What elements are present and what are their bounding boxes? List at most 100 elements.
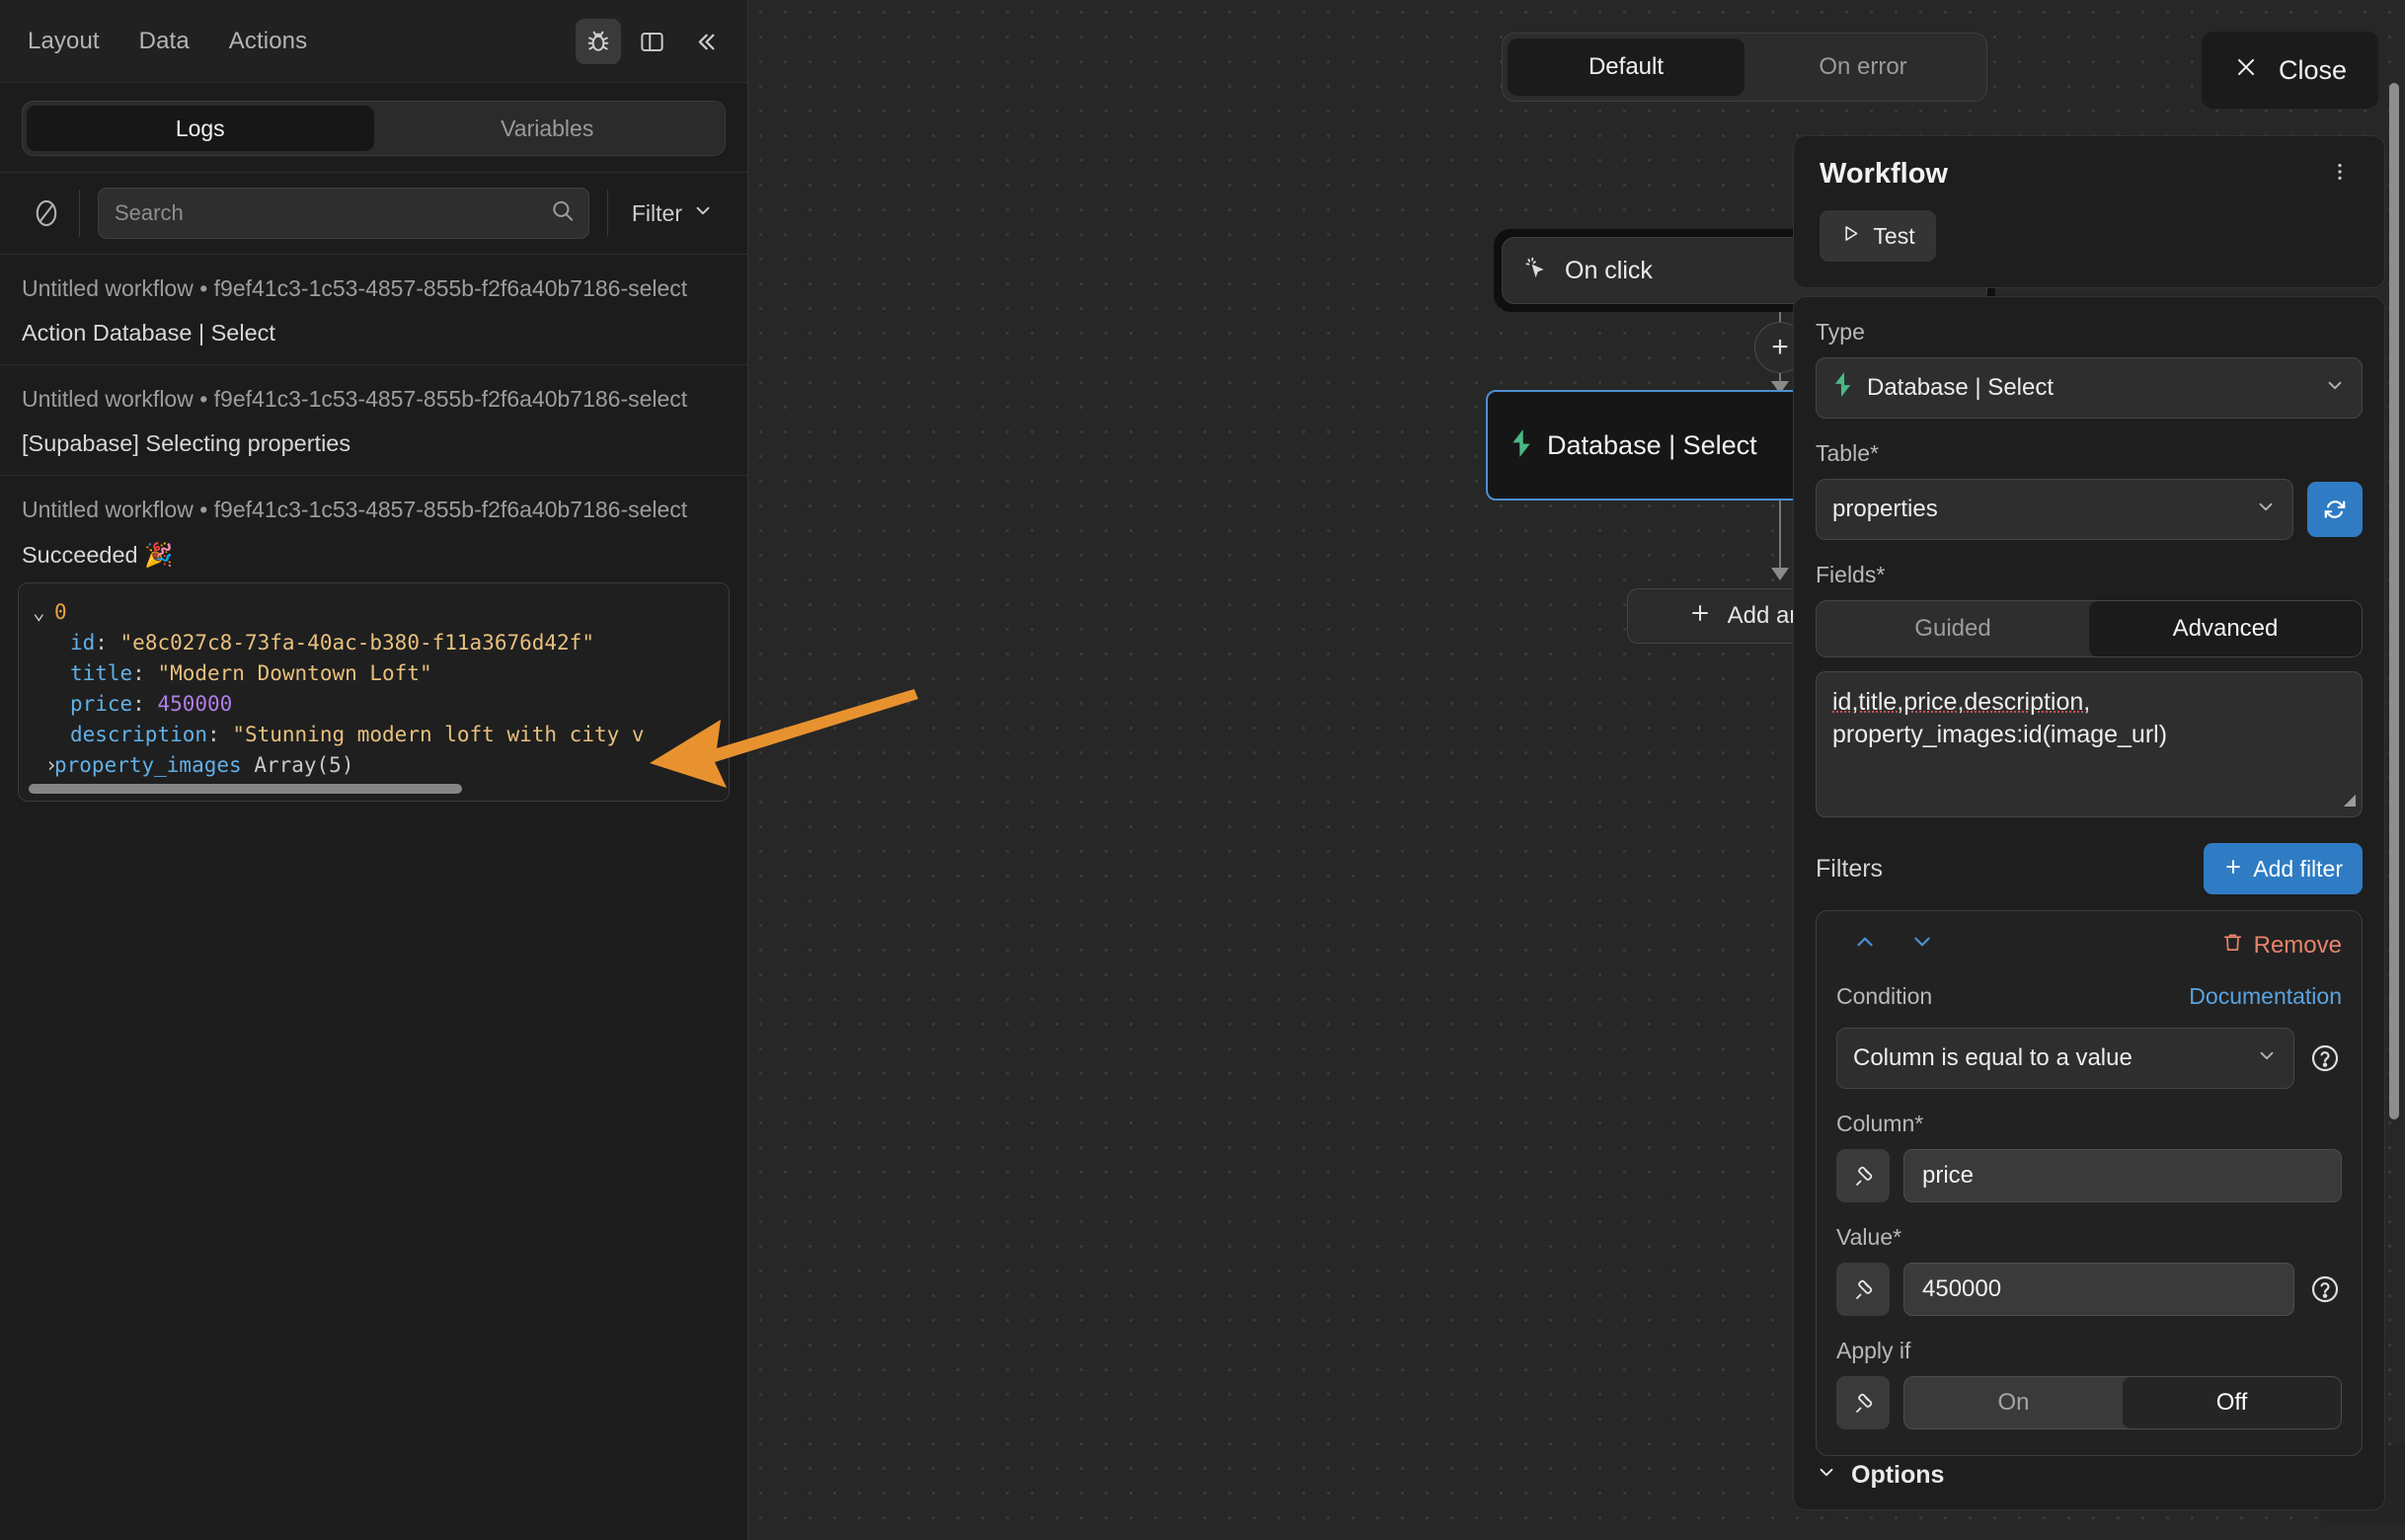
apply-if-off[interactable]: Off: [2123, 1377, 2341, 1428]
log-entry[interactable]: Untitled workflow • f9ef41c3-1c53-4857-8…: [0, 365, 747, 476]
chevron-down-icon: [2256, 1044, 2278, 1073]
log-entry-message: Succeeded 🎉: [22, 541, 726, 569]
value-required-mark: *: [1893, 1224, 1901, 1250]
log-entry[interactable]: Untitled workflow • f9ef41c3-1c53-4857-8…: [0, 255, 747, 365]
type-select[interactable]: Database | Select: [1816, 357, 2363, 419]
plug-icon[interactable]: [1836, 1376, 1890, 1429]
column-row: [1836, 1149, 2342, 1202]
workflow-card-title: Workflow: [1820, 158, 2321, 191]
tab-default[interactable]: Default: [1508, 38, 1745, 96]
close-button-label: Close: [2279, 55, 2347, 86]
condition-label: Condition: [1836, 983, 2189, 1010]
json-output-viewer[interactable]: ⌄0 id: "e8c027c8-73fa-40ac-b380-f11a3676…: [18, 582, 730, 802]
workflow-card: Workflow Test: [1793, 135, 2385, 288]
circle-slash-icon[interactable]: [28, 194, 65, 232]
column-required-mark: *: [1914, 1111, 1923, 1136]
chevron-up-icon[interactable]: [1836, 929, 1894, 962]
chevron-down-icon: [2324, 374, 2346, 403]
json-value: "Stunning modern loft with city v: [232, 723, 644, 746]
json-key: description: [70, 723, 207, 746]
log-entry-message: Action Database | Select: [22, 320, 726, 346]
column-label-text: Column: [1836, 1111, 1914, 1136]
supabase-bolt-icon: [1832, 372, 1853, 404]
tab-logs[interactable]: Logs: [27, 106, 374, 151]
chevron-down-icon[interactable]: [1894, 929, 1951, 962]
condition-row: Column is equal to a value: [1836, 1028, 2342, 1089]
chevron-down-icon: [2255, 496, 2277, 524]
search-input[interactable]: [98, 188, 589, 239]
plug-icon[interactable]: [1836, 1263, 1890, 1316]
log-entry-title: Untitled workflow • f9ef41c3-1c53-4857-8…: [22, 496, 726, 525]
value-label: Value*: [1836, 1224, 2342, 1251]
question-circle-icon[interactable]: [2308, 1042, 2342, 1074]
filter-label: Filter: [632, 200, 682, 227]
fields-mode-advanced[interactable]: Advanced: [2089, 601, 2362, 656]
filter-card-toolbar: Remove: [1836, 929, 2342, 962]
fields-mode-guided[interactable]: Guided: [1817, 601, 2089, 656]
remove-filter-button[interactable]: Remove: [2221, 931, 2342, 961]
logs-variables-segment: Logs Variables: [22, 101, 726, 156]
chevron-down-icon[interactable]: ⌄: [33, 597, 54, 628]
cursor-click-icon: [1522, 255, 1549, 286]
plus-icon: [1688, 601, 1712, 632]
left-panel-menubar: Layout Data Actions: [0, 0, 747, 83]
documentation-link[interactable]: Documentation: [2189, 983, 2342, 1010]
search-wrapper: [98, 188, 589, 239]
refresh-icon[interactable]: [2307, 482, 2363, 537]
apply-if-on[interactable]: On: [1904, 1377, 2123, 1428]
json-horizontal-scrollbar[interactable]: [29, 784, 462, 794]
log-entry-message: [Supabase] Selecting properties: [22, 430, 726, 457]
log-entry-title: Untitled workflow • f9ef41c3-1c53-4857-8…: [22, 274, 726, 304]
question-circle-icon[interactable]: [2308, 1273, 2342, 1305]
value-label-text: Value: [1836, 1224, 1893, 1250]
menu-data[interactable]: Data: [137, 24, 192, 59]
bug-icon[interactable]: [576, 19, 621, 64]
log-list: Untitled workflow • f9ef41c3-1c53-4857-8…: [0, 255, 747, 1540]
plus-icon: [2223, 856, 2243, 883]
action-settings-form: Type Database | Select Table* properties: [1793, 296, 2385, 1510]
apply-if-label: Apply if: [1836, 1338, 2342, 1364]
tab-variables[interactable]: Variables: [374, 106, 722, 151]
value-input[interactable]: [1903, 1263, 2294, 1316]
filters-label: Filters: [1816, 855, 2204, 884]
json-value: "Modern Downtown Loft": [157, 661, 431, 685]
log-entry[interactable]: Untitled workflow • f9ef41c3-1c53-4857-8…: [0, 476, 747, 569]
right-panel-scrollbar[interactable]: [2389, 83, 2399, 1119]
supabase-bolt-icon: [1510, 429, 1533, 462]
menu-layout[interactable]: Layout: [26, 24, 102, 59]
log-entry-title: Untitled workflow • f9ef41c3-1c53-4857-8…: [22, 385, 726, 415]
json-root-index: 0: [54, 600, 67, 624]
panel-layout-icon[interactable]: [629, 19, 674, 64]
type-label: Type: [1816, 319, 2363, 346]
menu-actions[interactable]: Actions: [227, 24, 309, 59]
filter-button[interactable]: Filter: [608, 199, 730, 227]
table-select[interactable]: properties: [1816, 479, 2293, 540]
column-label: Column*: [1836, 1111, 2342, 1137]
workflow-card-header: Workflow: [1820, 158, 2359, 191]
condition-select[interactable]: Column is equal to a value: [1836, 1028, 2294, 1089]
options-label: Options: [1851, 1461, 1944, 1490]
play-icon: [1840, 223, 1861, 250]
close-x-icon: [2233, 54, 2259, 87]
json-key: price: [70, 692, 132, 716]
fields-mode-segment: Guided Advanced: [1816, 600, 2363, 657]
workflow-test-button[interactable]: Test: [1820, 210, 1936, 262]
divider: [79, 190, 80, 237]
json-output-content: ⌄0 id: "e8c027c8-73fa-40ac-b380-f11a3676…: [19, 597, 729, 781]
close-button[interactable]: Close: [2202, 32, 2378, 109]
collapse-left-icon[interactable]: [682, 19, 728, 64]
options-accordion[interactable]: Options: [1816, 1461, 1944, 1490]
fields-required-mark: *: [1876, 562, 1885, 587]
workflow-card-kebab-menu-icon[interactable]: [2321, 158, 2359, 190]
table-row: properties: [1816, 479, 2363, 540]
fields-textarea[interactable]: id,title,price,description,property_imag…: [1816, 671, 2363, 817]
column-input[interactable]: [1903, 1149, 2342, 1202]
plug-icon[interactable]: [1836, 1149, 1890, 1202]
filters-header: Filters Add filter: [1816, 843, 2363, 894]
add-filter-button[interactable]: Add filter: [2204, 843, 2363, 894]
apply-if-toggle: On Off: [1903, 1376, 2342, 1429]
resize-grip-icon[interactable]: ◢: [2344, 790, 2356, 810]
fields-value-line2: property_images:id(image_url): [1832, 721, 2167, 748]
chevron-right-icon[interactable]: ›: [33, 750, 54, 781]
left-panel: Layout Data Actions: [0, 0, 748, 1540]
